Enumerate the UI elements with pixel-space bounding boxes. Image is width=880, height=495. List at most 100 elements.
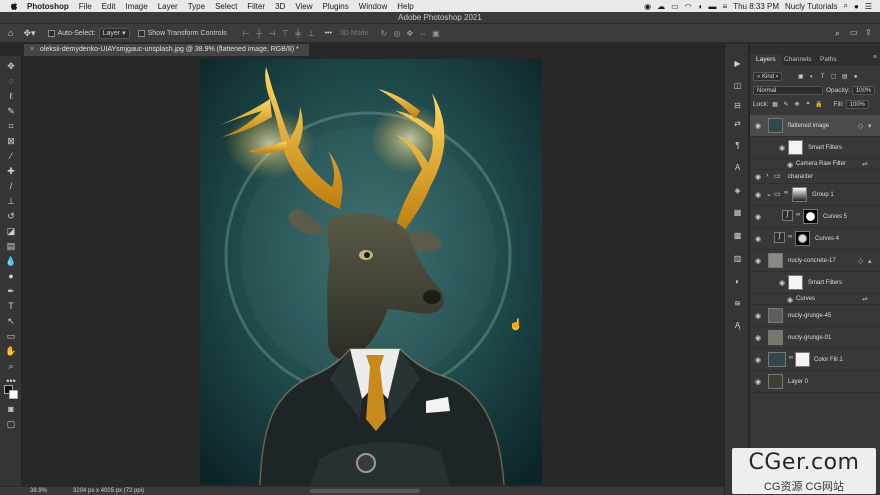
filter-blending-options-icon[interactable]: ⇌ [862,295,868,303]
3d-slide-icon[interactable]: ⇔ [417,28,428,39]
record-icon[interactable]: ◉ [644,2,651,11]
layer-name[interactable]: nucly-grunge-01 [788,335,831,341]
panel-menu-icon[interactable]: ≡ [873,54,877,61]
brush-tool-icon[interactable]: / [5,180,17,192]
canvas-area[interactable]: ☝ [23,56,723,486]
menu-help[interactable]: Help [397,2,413,11]
history-brush-tool-icon[interactable]: ↺ [5,210,17,222]
visibility-eye-icon[interactable]: ◉ [778,279,786,287]
history-icon[interactable]: ◫ [732,80,743,91]
menu-view[interactable]: View [295,2,312,11]
list-icon[interactable]: ☰ [865,2,872,11]
document-tab[interactable]: × oleksii-demydenko-UIAYsmjgauc-unsplash… [24,44,310,56]
creative-cloud-icon[interactable]: ☁ [657,2,665,11]
align-center-icon[interactable]: ┼ [254,28,265,39]
shape-tool-icon[interactable]: ▭ [5,330,17,342]
filter-type-icon[interactable]: T [818,72,827,81]
zoom-tool-icon[interactable]: ⌕ [5,360,17,372]
adjustments-icon[interactable]: ◐ [732,276,743,287]
filter-kind-dropdown[interactable]: ⌕ Kind ▾ [753,72,783,81]
layer-options-icon[interactable]: ▾ [868,122,872,130]
layer-name[interactable]: flattened image [788,123,829,129]
filter-shape-icon[interactable]: ▢ [829,72,838,81]
wifi-icon[interactable]: ◠ [685,2,692,11]
clock[interactable]: Thu 8:33 PM [733,2,779,11]
menu-edit[interactable]: Edit [102,2,116,11]
show-transform-checkbox[interactable] [137,29,145,37]
menu-plugins[interactable]: Plugins [323,2,349,11]
quick-select-tool-icon[interactable]: ✎ [5,105,17,117]
battery-icon[interactable]: ▬ [709,2,717,11]
layer-row-flattened-image[interactable]: ◉ flattened image ◇ ▾ [750,115,880,137]
layer-row-curves-4[interactable]: ◉ ∫ ∞ Curves 4 [750,228,880,250]
eraser-tool-icon[interactable]: ◪ [5,225,17,237]
layer-name[interactable]: Camera Raw Filter [796,161,846,167]
siri-icon[interactable]: ● [854,2,859,11]
layer-name[interactable]: Group 1 [812,192,834,198]
align-right-icon[interactable]: ⊣ [267,28,278,39]
group-collapse-icon[interactable]: ⌄ [766,190,772,198]
align-bottom-icon[interactable]: ⊥ [306,28,317,39]
filter-toggle-icon[interactable]: ● [851,72,860,81]
layer-row-character[interactable]: ◉ › ▭ character [750,170,880,184]
3d-roll-icon[interactable]: ◎ [391,28,402,39]
search-icon[interactable]: ⌕ [835,28,840,39]
layer-row-camera-raw-filter[interactable]: ◉ Camera Raw Filter ⇌ [750,159,880,170]
blur-tool-icon[interactable]: 💧 [5,255,17,267]
quick-mask-icon[interactable]: ◙ [5,403,17,415]
apple-menu-icon[interactable] [10,1,18,11]
layer-name[interactable]: Layer 0 [788,379,808,385]
3d-rotate-icon[interactable]: ↻ [378,28,389,39]
adjust-icon[interactable]: ⇄ [732,118,743,129]
layer-name[interactable]: Smart Filters [808,145,842,151]
frame-tool-icon[interactable]: ⊠ [5,135,17,147]
align-middle-icon[interactable]: ╪ [293,28,304,39]
align-left-icon[interactable]: ⊢ [241,28,252,39]
paragraph-icon[interactable]: Ą [732,320,743,331]
layer-name[interactable]: character [788,174,813,180]
layer-row-smart-filters-2[interactable]: ◉ Smart Filters [750,272,880,294]
auto-select-dropdown[interactable]: Layer ▾ [98,27,130,39]
layer-name[interactable]: Curves 4 [815,236,839,242]
play-actions-icon[interactable]: ▶ [732,58,743,69]
dodge-tool-icon[interactable]: ● [5,270,17,282]
lock-artboard-icon[interactable]: ⌗ [804,100,813,109]
hand-tool-icon[interactable]: ✋ [5,345,17,357]
home-icon[interactable]: ⌂ [8,28,13,38]
show-transform-option[interactable]: Show Transform Controls [137,29,227,37]
layer-name[interactable]: Color Fill 1 [814,357,843,363]
tab-channels[interactable]: Channels [778,54,817,66]
glyph-icon[interactable]: ¶ [732,140,743,151]
layer-name[interactable]: Curves [796,296,815,302]
visibility-eye-icon[interactable]: ◉ [754,235,762,243]
move-tool-preset-icon[interactable]: ✥▾ [23,28,35,39]
workspace-icon[interactable]: ▭ [850,28,858,37]
character-icon[interactable]: A [732,162,743,173]
more-options-icon[interactable]: ••• [325,30,332,37]
lock-all-icon[interactable]: 🔒 [815,100,824,109]
menu-layer[interactable]: Layer [158,2,178,11]
libraries-icon[interactable]: ▥ [732,253,743,264]
menu-photoshop[interactable]: Photoshop [27,2,69,11]
tab-layers[interactable]: Layers [750,54,782,66]
menu-filter[interactable]: Filter [247,2,265,11]
visibility-eye-icon[interactable]: ◉ [754,378,762,386]
document-canvas[interactable] [200,59,542,485]
visibility-eye-icon[interactable]: ◉ [786,296,794,304]
swatches-icon[interactable]: ▩ [732,230,743,241]
layer-row-nucly-grunge-01[interactable]: ◉ nucly-grunge-01 [750,327,880,349]
channels-icon[interactable]: ▦ [732,207,743,218]
filter-smart-object-icon[interactable]: ▤ [840,72,849,81]
marquee-tool-icon[interactable]: ◌ [5,75,17,87]
auto-select-checkbox[interactable] [47,29,55,37]
screen-mode-icon[interactable]: ▢ [5,418,17,430]
auto-select-option[interactable]: Auto-Select: Layer ▾ [47,27,130,39]
visibility-eye-icon[interactable]: ◉ [754,334,762,342]
zoom-level[interactable]: 38.9% [30,488,47,494]
gradient-tool-icon[interactable]: ▤ [5,240,17,252]
move-tool-icon[interactable]: ✥ [5,60,17,72]
3d-scale-icon[interactable]: ▣ [430,28,441,39]
pen-tool-icon[interactable]: ✒ [5,285,17,297]
tab-paths[interactable]: Paths [814,54,843,66]
lock-position-icon[interactable]: ✥ [793,100,802,109]
